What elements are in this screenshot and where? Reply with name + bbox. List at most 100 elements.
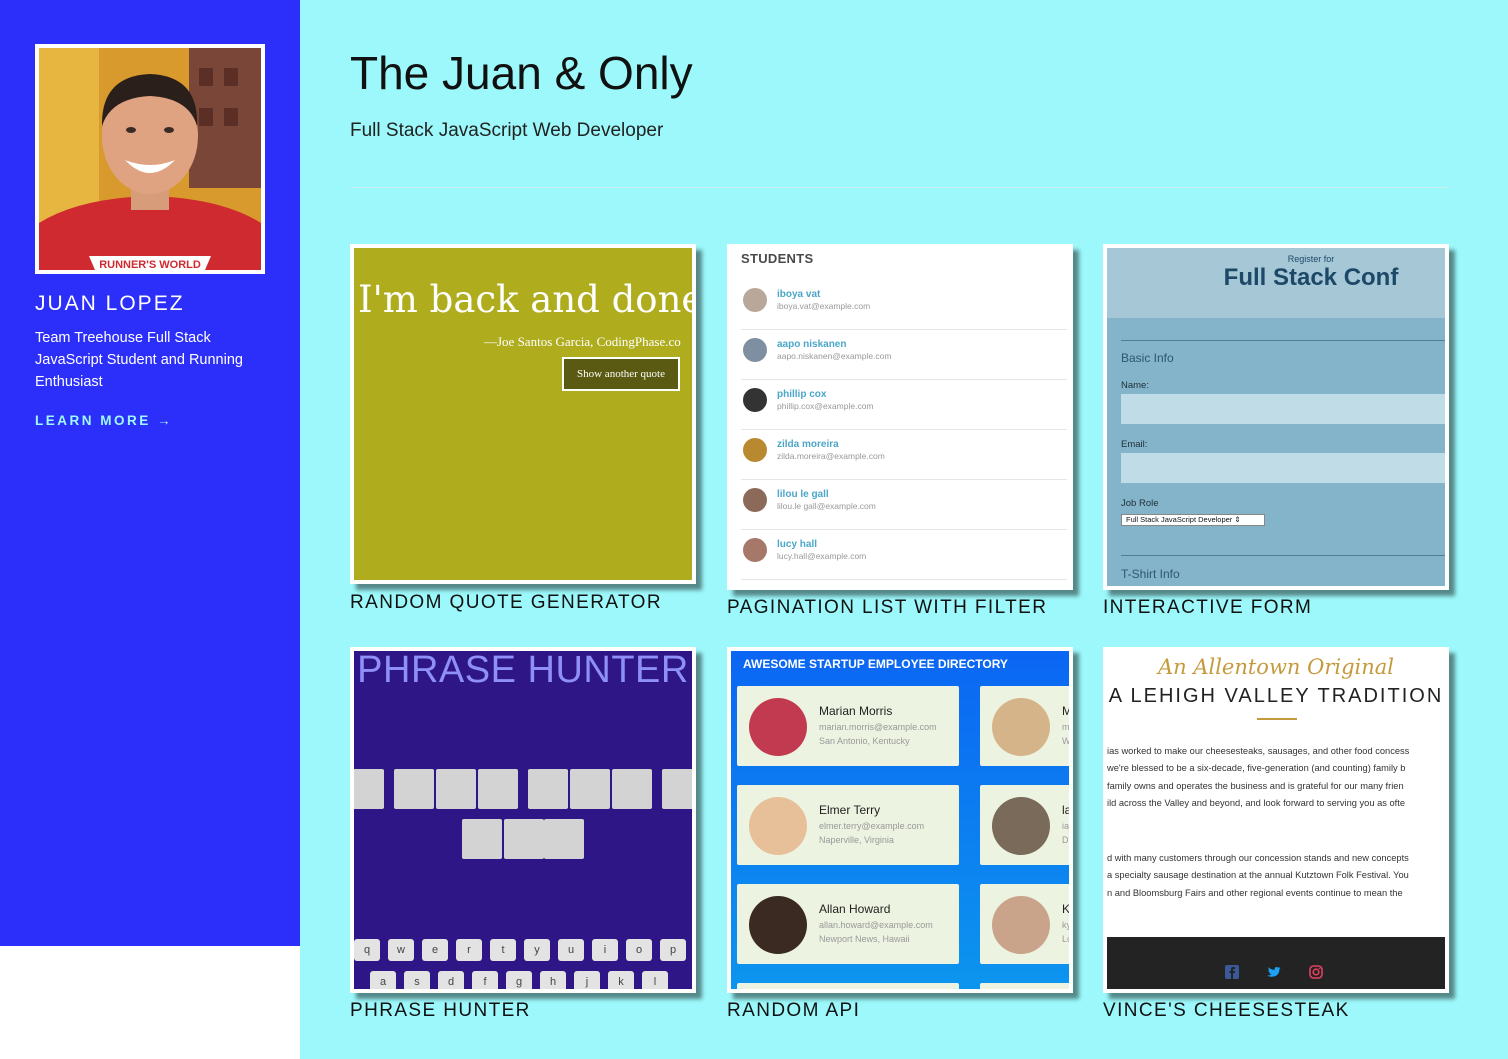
lehigh-valley-tagline: A LEHIGH VALLEY TRADITION — [1108, 685, 1444, 707]
about-paragraph: d with many customers through our conces… — [1107, 853, 1409, 898]
keyboard-key: w — [388, 939, 414, 961]
basic-info-heading: Basic Info — [1121, 351, 1174, 365]
keyboard-key: q — [354, 939, 380, 961]
letter-tile — [462, 819, 502, 859]
directory-heading: AWESOME STARTUP EMPLOYEE DIRECTORY — [743, 657, 1008, 671]
employee-card: Marian Morris marian.morris@example.com … — [737, 686, 959, 766]
letter-tile — [394, 769, 434, 809]
employee-card: M mi W — [980, 686, 1069, 766]
keyboard-key: p — [660, 939, 686, 961]
students-heading: STUDENTS — [741, 251, 814, 266]
tshirt-info-heading: T-Shirt Info — [1121, 567, 1180, 581]
project-label[interactable]: INTERACTIVE FORM — [1103, 597, 1312, 619]
letter-tile — [544, 819, 584, 859]
twitter-icon — [1267, 967, 1281, 977]
name-field — [1121, 394, 1445, 424]
keyboard-key: s — [404, 971, 430, 989]
profile-name: JUAN LOPEZ — [35, 292, 185, 315]
profile-bio: Team Treehouse Full Stack JavaScript Stu… — [35, 330, 243, 390]
letter-tile — [504, 819, 544, 859]
keyboard-key: g — [506, 971, 532, 989]
divider — [350, 187, 1450, 188]
project-label[interactable]: PHRASE HUNTER — [350, 1000, 531, 1022]
student-avatar — [743, 538, 767, 562]
quote-text: I'm back and done c — [358, 278, 696, 321]
job-role-select: Full Stack JavaScript Developer ⇕ — [1121, 514, 1265, 526]
job-role-label: Job Role — [1121, 498, 1159, 509]
name-label: Name: — [1121, 380, 1149, 391]
gold-rule — [1257, 718, 1297, 720]
quote-citation: —Joe Santos Garcia, CodingPhase.co — [484, 334, 681, 349]
shirt-logo-text: RUNNER'S WORLD — [99, 259, 201, 270]
student-avatar — [743, 438, 767, 462]
employee-card: Allan Howard allan.howard@example.com Ne… — [737, 884, 959, 964]
employee-card: Elmer Terry elmer.terry@example.com Nape… — [737, 785, 959, 865]
keyboard-key: t — [490, 939, 516, 961]
keyboard-key: e — [422, 939, 448, 961]
facebook-icon — [1225, 965, 1239, 979]
keyboard-key: o — [626, 939, 652, 961]
project-thumbnail[interactable]: Register for Full Stack Conf Basic Info … — [1103, 244, 1449, 590]
employee-avatar — [992, 698, 1050, 756]
employee-avatar — [992, 797, 1050, 855]
learn-more-link[interactable]: LEARN MORE → — [35, 413, 173, 428]
project-label[interactable]: RANDOM API — [727, 1000, 860, 1022]
keyboard-key: k — [608, 971, 634, 989]
student-row: phillip cox phillip.cox@example.com — [741, 380, 1067, 430]
project-thumbnail[interactable]: PHRASE HUNTER qwertyuiop asdfghjkl — [350, 647, 696, 993]
student-row: lucy hall lucy.hall@example.com — [741, 530, 1067, 580]
keyboard-key: i — [592, 939, 618, 961]
project-label[interactable]: VINCE'S CHEESESTEAK — [1103, 1000, 1350, 1022]
student-avatar — [743, 488, 767, 512]
allentown-original-text: An Allentown Original — [1157, 655, 1395, 679]
student-row: iboya vat iboya.vat@example.com — [741, 280, 1067, 330]
keyboard-key: y — [524, 939, 550, 961]
register-for-text: Register for — [1287, 254, 1335, 264]
keyboard-key: l — [642, 971, 668, 989]
letter-tile — [528, 769, 568, 809]
employee-avatar — [992, 896, 1050, 954]
letter-tile — [570, 769, 610, 809]
phrase-hunter-title: PHRASE HUNTER — [357, 649, 689, 691]
project-thumbnail[interactable]: I'm back and done c —Joe Santos Garcia, … — [350, 244, 696, 584]
project-label[interactable]: PAGINATION LIST WITH FILTER — [727, 597, 1047, 619]
keyboard-key: a — [370, 971, 396, 989]
employee-avatar — [749, 698, 807, 756]
footer — [1107, 937, 1445, 989]
email-field — [1121, 453, 1445, 483]
keyboard-key: r — [456, 939, 482, 961]
student-row: zilda moreira zilda.moreira@example.com — [741, 430, 1067, 480]
instagram-icon — [1309, 965, 1323, 979]
page-title: The Juan & Only — [350, 47, 693, 99]
employee-avatar — [749, 896, 807, 954]
student-avatar — [743, 288, 767, 312]
show-quote-button: Show another quote — [562, 357, 680, 391]
keyboard-key: f — [472, 971, 498, 989]
letter-tile — [354, 769, 384, 809]
keyboard-key: d — [438, 971, 464, 989]
letter-tile — [436, 769, 476, 809]
letter-tile — [478, 769, 518, 809]
keyboard-key: u — [558, 939, 584, 961]
student-avatar — [743, 338, 767, 362]
keyboard-key: h — [540, 971, 566, 989]
email-label: Email: — [1121, 439, 1148, 450]
project-thumbnail[interactable]: AWESOME STARTUP EMPLOYEE DIRECTORY Maria… — [727, 647, 1073, 993]
letter-tile — [662, 769, 692, 809]
student-row: aapo niskanen aapo.niskanen@example.com — [741, 330, 1067, 380]
project-label[interactable]: RANDOM QUOTE GENERATOR — [350, 592, 662, 614]
profile-photo: RUNNER'S WORLD — [35, 44, 265, 274]
conf-title: Full Stack Conf — [1223, 264, 1399, 291]
employee-avatar — [749, 797, 807, 855]
project-thumbnail[interactable]: STUDENTS iboya vat iboya.vat@example.com… — [727, 244, 1073, 590]
main-content: The Juan & Only Full Stack JavaScript We… — [300, 0, 1508, 1059]
letter-tile — [612, 769, 652, 809]
sidebar: RUNNER'S WORLD JUAN LOPEZ Team Treehouse… — [0, 0, 300, 946]
student-row: lilou le gall lilou.le gall@example.com — [741, 480, 1067, 530]
page-subtitle: Full Stack JavaScript Web Developer — [350, 120, 664, 141]
employee-card: Ky ky Lo — [980, 884, 1069, 964]
project-thumbnail[interactable]: An Allentown Original A LEHIGH VALLEY TR… — [1103, 647, 1449, 993]
keyboard-key: j — [574, 971, 600, 989]
student-avatar — [743, 388, 767, 412]
employee-card: la ia Di — [980, 785, 1069, 865]
